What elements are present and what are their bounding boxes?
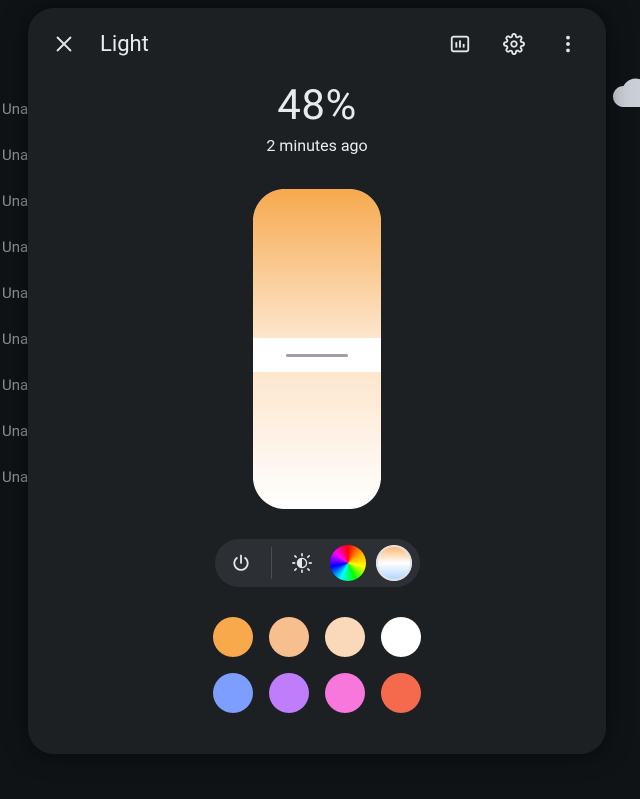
card-header: Light bbox=[28, 8, 606, 68]
more-icon[interactable] bbox=[554, 30, 582, 58]
background-list-item: Una bbox=[0, 376, 28, 394]
weather-cloud-icon bbox=[610, 75, 640, 119]
background-list-item: Una bbox=[0, 284, 28, 302]
swatch-grid bbox=[213, 617, 421, 713]
brightness-mode-button[interactable] bbox=[284, 545, 320, 581]
gear-icon[interactable] bbox=[500, 30, 528, 58]
slider-fill bbox=[253, 189, 381, 338]
background-list-item: Una bbox=[0, 330, 28, 348]
history-icon[interactable] bbox=[446, 30, 474, 58]
mode-divider bbox=[271, 547, 272, 579]
background-list-item: Una bbox=[0, 238, 28, 256]
swatch-white[interactable] bbox=[381, 617, 421, 657]
brightness-slider[interactable] bbox=[253, 189, 381, 509]
brightness-percent: 48% bbox=[277, 81, 356, 130]
color-mode-button[interactable] bbox=[330, 545, 366, 581]
header-right bbox=[446, 30, 588, 58]
power-button[interactable] bbox=[223, 545, 259, 581]
card-body: 48% 2 minutes ago bbox=[28, 68, 606, 713]
swatch-periwinkle[interactable] bbox=[213, 673, 253, 713]
background-list-item: Una bbox=[0, 422, 28, 440]
background-list-item: Una bbox=[0, 146, 28, 164]
mode-row bbox=[215, 539, 420, 587]
background-list-item: Una bbox=[0, 468, 28, 486]
swatch-pink[interactable] bbox=[325, 673, 365, 713]
swatch-orange[interactable] bbox=[213, 617, 253, 657]
card-title: Light bbox=[100, 32, 149, 57]
background-list-item: Una bbox=[0, 100, 28, 118]
color-wheel-icon bbox=[330, 545, 366, 581]
color-temp-icon bbox=[376, 545, 412, 581]
close-icon[interactable] bbox=[50, 30, 78, 58]
swatch-peach[interactable] bbox=[269, 617, 309, 657]
swatch-lavender[interactable] bbox=[269, 673, 309, 713]
background-entity-list: Una Una Una Una Una Una Una Una Una bbox=[0, 100, 28, 486]
slider-lower bbox=[253, 372, 381, 509]
last-updated: 2 minutes ago bbox=[266, 136, 367, 155]
color-temp-mode-button[interactable] bbox=[376, 545, 412, 581]
background-list-item: Una bbox=[0, 192, 28, 210]
light-control-card: Light 48% 2 minutes ago bbox=[28, 8, 606, 754]
slider-handle[interactable] bbox=[253, 338, 381, 372]
header-left: Light bbox=[50, 30, 149, 58]
swatch-coral[interactable] bbox=[381, 673, 421, 713]
swatch-light-peach[interactable] bbox=[325, 617, 365, 657]
